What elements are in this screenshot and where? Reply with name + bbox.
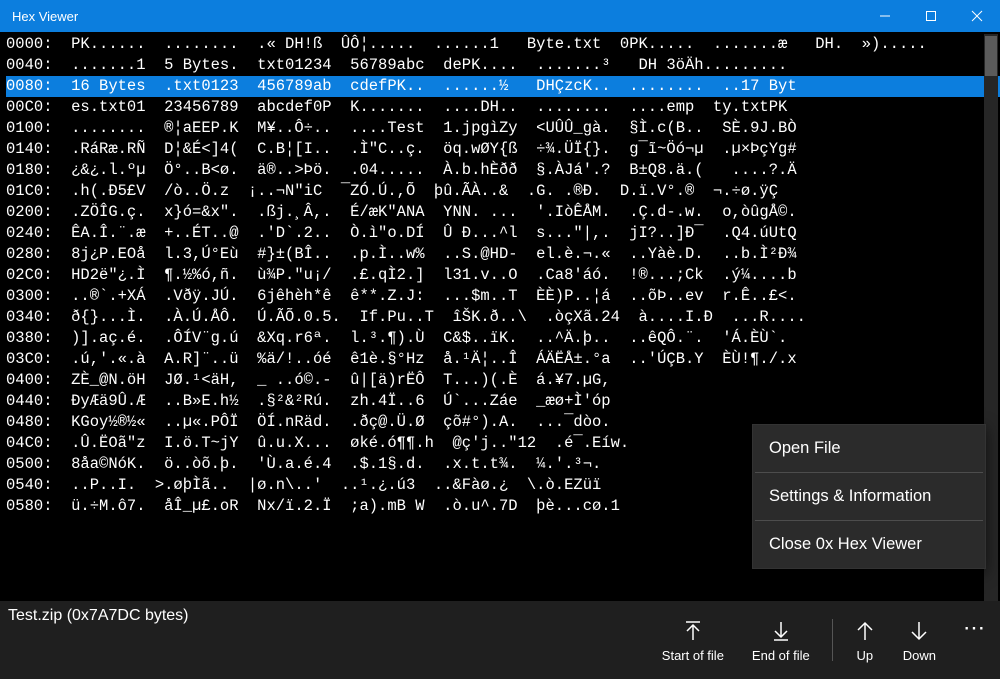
up-button[interactable]: Up xyxy=(841,601,889,679)
hex-line[interactable]: 0180: ¿&¿.l.ºµ Ö°..B<ø. ä®..>Þö. .04....… xyxy=(6,160,1000,181)
window-title: Hex Viewer xyxy=(0,9,862,24)
hex-line[interactable]: 0200: .ZÖÎG.ç. x}ó=&x". .ßj.¸Â,. É/æK"AN… xyxy=(6,202,1000,223)
cmd-label: Start of file xyxy=(662,648,724,663)
arrow-down-icon xyxy=(909,618,929,644)
close-button[interactable] xyxy=(954,0,1000,32)
cmd-label: End of file xyxy=(752,648,810,663)
scrollbar[interactable] xyxy=(984,34,998,601)
window-controls xyxy=(862,0,1000,32)
hex-line[interactable]: 02C0: HD2ë"¿.Ì ¶.½%ó,ñ. ù¾P."u¡/ .£.qÌ2.… xyxy=(6,265,1000,286)
separator xyxy=(832,619,833,661)
scroll-thumb[interactable] xyxy=(985,36,997,76)
hex-line[interactable]: 0300: ..®`.+XÁ .Vðÿ.JÚ. 6jêhèh*ê ê**.Z.J… xyxy=(6,286,1000,307)
down-button[interactable]: Down xyxy=(889,601,950,679)
hex-line[interactable]: 0340: ð{}...Ì. .À.Ú.ÅÔ. Ú.ÃÕ.0.5. If.Pu.… xyxy=(6,307,1000,328)
arrow-top-icon xyxy=(683,618,703,644)
hex-line[interactable]: 03C0: .ú,'.«.à A.R]¨..ü %ä/!..óé ê1è.§°H… xyxy=(6,349,1000,370)
context-menu: Open File Settings & Information Close 0… xyxy=(752,424,986,569)
hex-line[interactable]: 0100: ........ ®¦aEEP.K M¥..Ô÷.. ....Tes… xyxy=(6,118,1000,139)
hex-line[interactable]: 0000: PK...... ........ .« DH!ß ÛÔ¦.....… xyxy=(6,34,1000,55)
maximize-button[interactable] xyxy=(908,0,954,32)
hex-line[interactable]: 00C0: es.txt01 23456789 abcdef0P K......… xyxy=(6,97,1000,118)
end-of-file-button[interactable]: End of file xyxy=(738,601,824,679)
hex-line[interactable]: 0080: 16 Bytes .txt0123 456789ab cdefPK.… xyxy=(6,76,1000,97)
cmd-label: Up xyxy=(856,648,873,663)
arrow-bottom-icon xyxy=(771,618,791,644)
hex-line[interactable]: 0240: ÊA.Î.¨.æ +..ÉT..@ .'D`.2.. Ò.ì"o.D… xyxy=(6,223,1000,244)
hex-line[interactable]: 0280: 8j¿P.EOå l.3,Ú°Eù #}±(BÎ.. .p.Ì..w… xyxy=(6,244,1000,265)
status-bar: Test.zip (0x7A7DC bytes) Start of file E… xyxy=(0,601,1000,679)
hex-line[interactable]: 0440: ÐyÆä9Û.Æ ..B»E.h½ .§²&²Rú. zh.4Ï..… xyxy=(6,391,1000,412)
menu-close[interactable]: Close 0x Hex Viewer xyxy=(753,521,985,568)
hex-line[interactable]: 0040: .......1 5 Bytes. txt01234 56789ab… xyxy=(6,55,1000,76)
start-of-file-button[interactable]: Start of file xyxy=(648,601,738,679)
hex-line[interactable]: 0140: .RáRæ.RÑ D¦&É<]4( C.B¦[I.. .Ì"C..ç… xyxy=(6,139,1000,160)
more-button[interactable]: ⋯ xyxy=(950,601,1000,679)
cmd-label: Down xyxy=(903,648,936,663)
hex-line[interactable]: 0400: ZÈ_@N.öH JØ.¹<äH, _ ..ó©.- û|[ä)rË… xyxy=(6,370,1000,391)
menu-open-file[interactable]: Open File xyxy=(753,425,985,472)
title-bar: Hex Viewer xyxy=(0,0,1000,32)
menu-settings[interactable]: Settings & Information xyxy=(753,473,985,520)
hex-line[interactable]: 0380: )].aç.é. .ÔÍV¨g.ú &Xq.r6ª. l.³.¶).… xyxy=(6,328,1000,349)
arrow-up-icon xyxy=(855,618,875,644)
status-file-info: Test.zip (0x7A7DC bytes) xyxy=(0,601,199,679)
minimize-button[interactable] xyxy=(862,0,908,32)
hex-line[interactable]: 01C0: .h(.Ð5£V /ò..Ö.z ¡..¬N"iC ¯ZÓ.Ú.,Õ… xyxy=(6,181,1000,202)
